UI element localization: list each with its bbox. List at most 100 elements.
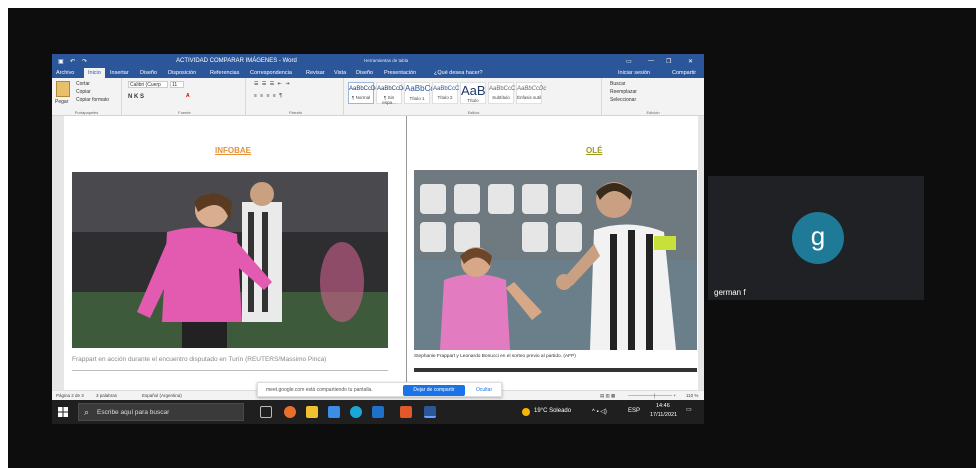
table-border-b xyxy=(414,368,697,372)
word-titlebar: ▣ ↶ ↷ ACTIVIDAD COMPARAR IMÁGENES - Word… xyxy=(52,54,704,68)
style-titulo-1[interactable]: AaBbCc Título 1 xyxy=(404,82,434,104)
tab-revisar[interactable]: Revisar xyxy=(306,70,325,76)
font-name-select[interactable]: Calibri (Cuerp xyxy=(128,81,168,88)
find-button[interactable]: Buscar xyxy=(610,81,626,87)
font-color-icon[interactable]: A xyxy=(186,93,190,99)
screen-share-notice: meet.google.com está compartiendo tu pan… xyxy=(257,382,502,397)
explorer-icon[interactable] xyxy=(328,406,340,418)
letterbox-top xyxy=(52,8,704,54)
group-clipboard: Pegar Cortar Copiar Copiar formato Porta… xyxy=(52,78,122,116)
group-editing: Buscar Reemplazar Seleccionar Edición xyxy=(604,78,702,116)
style-titulo-2[interactable]: AaBbCcC Título 2 xyxy=(432,82,459,104)
style-titulo[interactable]: AaB Título xyxy=(460,82,486,104)
signin-link[interactable]: Iniciar sesión xyxy=(618,70,650,76)
document-page[interactable]: INFOBAE OLÉ Frappart en acción durante e… xyxy=(64,116,698,390)
tab-correspondencia[interactable]: Correspondencia xyxy=(250,70,292,76)
context-tab-label: Herramientas de tabla xyxy=(364,58,409,63)
language-button[interactable]: ESP xyxy=(628,408,640,414)
referee-photo-b xyxy=(414,170,697,350)
tell-me-box[interactable]: ¿Qué desea hacer? xyxy=(434,70,483,76)
word-count[interactable]: 3 palabras xyxy=(96,393,117,398)
paste-label[interactable]: Pegar xyxy=(55,99,68,105)
notification-icon[interactable]: ▭ xyxy=(686,406,692,413)
align-buttons-icon[interactable]: ≡ ≡ ≡ ≡ ¶ xyxy=(254,93,283,99)
tray-icons[interactable]: ^ ▪ ◁) xyxy=(592,408,607,415)
tab-vista[interactable]: Vista xyxy=(334,70,346,76)
word-taskbar-icon[interactable] xyxy=(424,406,436,418)
copy-button[interactable]: Copiar xyxy=(76,89,91,95)
group-label-editing: Edición xyxy=(646,110,660,115)
style-normal[interactable]: AaBbCcDc ¶ Normal xyxy=(348,82,378,104)
group-paragraph: ☰ ☰ ☰ ⇤ ⇥ ≡ ≡ ≡ ≡ ¶ Párrafo xyxy=(248,78,344,116)
save-icon[interactable]: ▣ xyxy=(58,58,64,65)
font-size-select[interactable]: 11 xyxy=(170,81,184,88)
tab-referencias[interactable]: Referencias xyxy=(210,70,239,76)
heading-ole: OLÉ xyxy=(586,146,603,155)
shared-screen: ▣ ↶ ↷ ACTIVIDAD COMPARAR IMÁGENES - Word… xyxy=(52,54,704,424)
chrome-icon[interactable] xyxy=(284,406,296,418)
style-subtitulo[interactable]: AaBbCcC Subtítulo xyxy=(488,82,515,104)
zoom-level[interactable]: 110 % xyxy=(686,393,698,398)
office-icon[interactable] xyxy=(400,406,412,418)
letterbox-bottom xyxy=(52,424,704,468)
table-border-a xyxy=(72,370,388,371)
windows-taskbar: ⌕ Escribe aquí para buscar 19°C Soleado … xyxy=(52,400,704,424)
tab-disposicion[interactable]: Disposición xyxy=(168,70,196,76)
store-icon[interactable] xyxy=(306,406,318,418)
tab-diseno-tabla[interactable]: Diseño xyxy=(356,70,373,76)
hide-button[interactable]: Ocultar xyxy=(476,387,492,393)
share-message: meet.google.com está compartiendo tu pan… xyxy=(266,387,373,393)
tab-inicio[interactable]: Inicio xyxy=(84,68,105,78)
table-column-divider xyxy=(406,116,407,390)
taskbar-search-box[interactable]: ⌕ Escribe aquí para buscar xyxy=(78,403,244,421)
window-title: ACTIVIDAD COMPARAR IMÁGENES - Word xyxy=(176,58,297,64)
group-label-font: Fuente xyxy=(178,110,191,115)
ribbon: Pegar Cortar Copiar Copiar formato Porta… xyxy=(52,78,704,116)
photo-infobae[interactable] xyxy=(72,172,388,348)
view-buttons-icon[interactable]: ▤ ▥ ▦ xyxy=(600,393,615,399)
list-buttons-icon[interactable]: ☰ ☰ ☰ ⇤ ⇥ xyxy=(254,81,290,87)
style-sin-espacio[interactable]: AaBbCcDc ¶ Sin espa... xyxy=(376,82,406,105)
style-enfasis-sutil[interactable]: AaBbCcDc Énfasis sutil xyxy=(516,82,546,104)
cut-button[interactable]: Cortar xyxy=(76,81,90,87)
tab-insertar[interactable]: Insertar xyxy=(110,70,129,76)
paste-icon[interactable] xyxy=(56,81,70,97)
bold-italic-underline-buttons[interactable]: N K S xyxy=(128,94,144,100)
windows-start-icon[interactable] xyxy=(58,407,68,417)
clock-time[interactable]: 14:46 xyxy=(656,403,670,409)
group-label-styles: Estilos xyxy=(467,110,480,115)
search-placeholder: Escribe aquí para buscar xyxy=(97,409,170,416)
redo-icon[interactable]: ↷ xyxy=(82,58,87,65)
close-icon[interactable]: ✕ xyxy=(688,58,693,65)
ribbon-display-icon[interactable]: ▭ xyxy=(626,58,632,65)
group-font: Calibri (Cuerp 11 N K S A Fuente xyxy=(124,78,246,116)
caption-ole: Stephanie Frappart y Leonardo Bonucci en… xyxy=(414,354,576,359)
search-icon: ⌕ xyxy=(84,407,90,417)
tab-diseno[interactable]: Diseño xyxy=(140,70,157,76)
participant-name: german f xyxy=(714,288,746,297)
caption-infobae: Frappart en acción durante el encuentro … xyxy=(72,356,327,363)
tab-archivo[interactable]: Archivo xyxy=(56,70,74,76)
zoom-slider[interactable]: −───────┼───── + xyxy=(628,393,676,398)
mail-icon[interactable] xyxy=(372,406,384,418)
edge-icon[interactable] xyxy=(350,406,362,418)
task-view-icon[interactable] xyxy=(260,406,272,418)
select-button[interactable]: Seleccionar xyxy=(610,97,636,103)
page-count[interactable]: Página 2 de 3 xyxy=(56,393,84,398)
clock-date[interactable]: 17/11/2021 xyxy=(650,412,677,418)
photo-ole[interactable] xyxy=(414,170,697,350)
replace-button[interactable]: Reemplazar xyxy=(610,89,637,95)
tab-presentacion[interactable]: Presentación xyxy=(384,70,416,76)
stop-sharing-button[interactable]: Dejar de compartir xyxy=(403,385,465,396)
referee-photo-a xyxy=(72,172,388,348)
undo-icon[interactable]: ↶ xyxy=(70,58,75,65)
format-painter-button[interactable]: Copiar formato xyxy=(76,97,109,103)
weather-icon[interactable] xyxy=(522,408,530,416)
letterbox-left xyxy=(8,8,52,468)
weather-text[interactable]: 19°C Soleado xyxy=(534,408,571,414)
group-label-paragraph: Párrafo xyxy=(288,110,303,115)
language-indicator[interactable]: Español (Argentina) xyxy=(142,393,182,398)
share-button[interactable]: Compartir xyxy=(672,70,696,76)
minimize-icon[interactable]: — xyxy=(648,58,654,64)
maximize-icon[interactable]: ❐ xyxy=(666,58,671,65)
